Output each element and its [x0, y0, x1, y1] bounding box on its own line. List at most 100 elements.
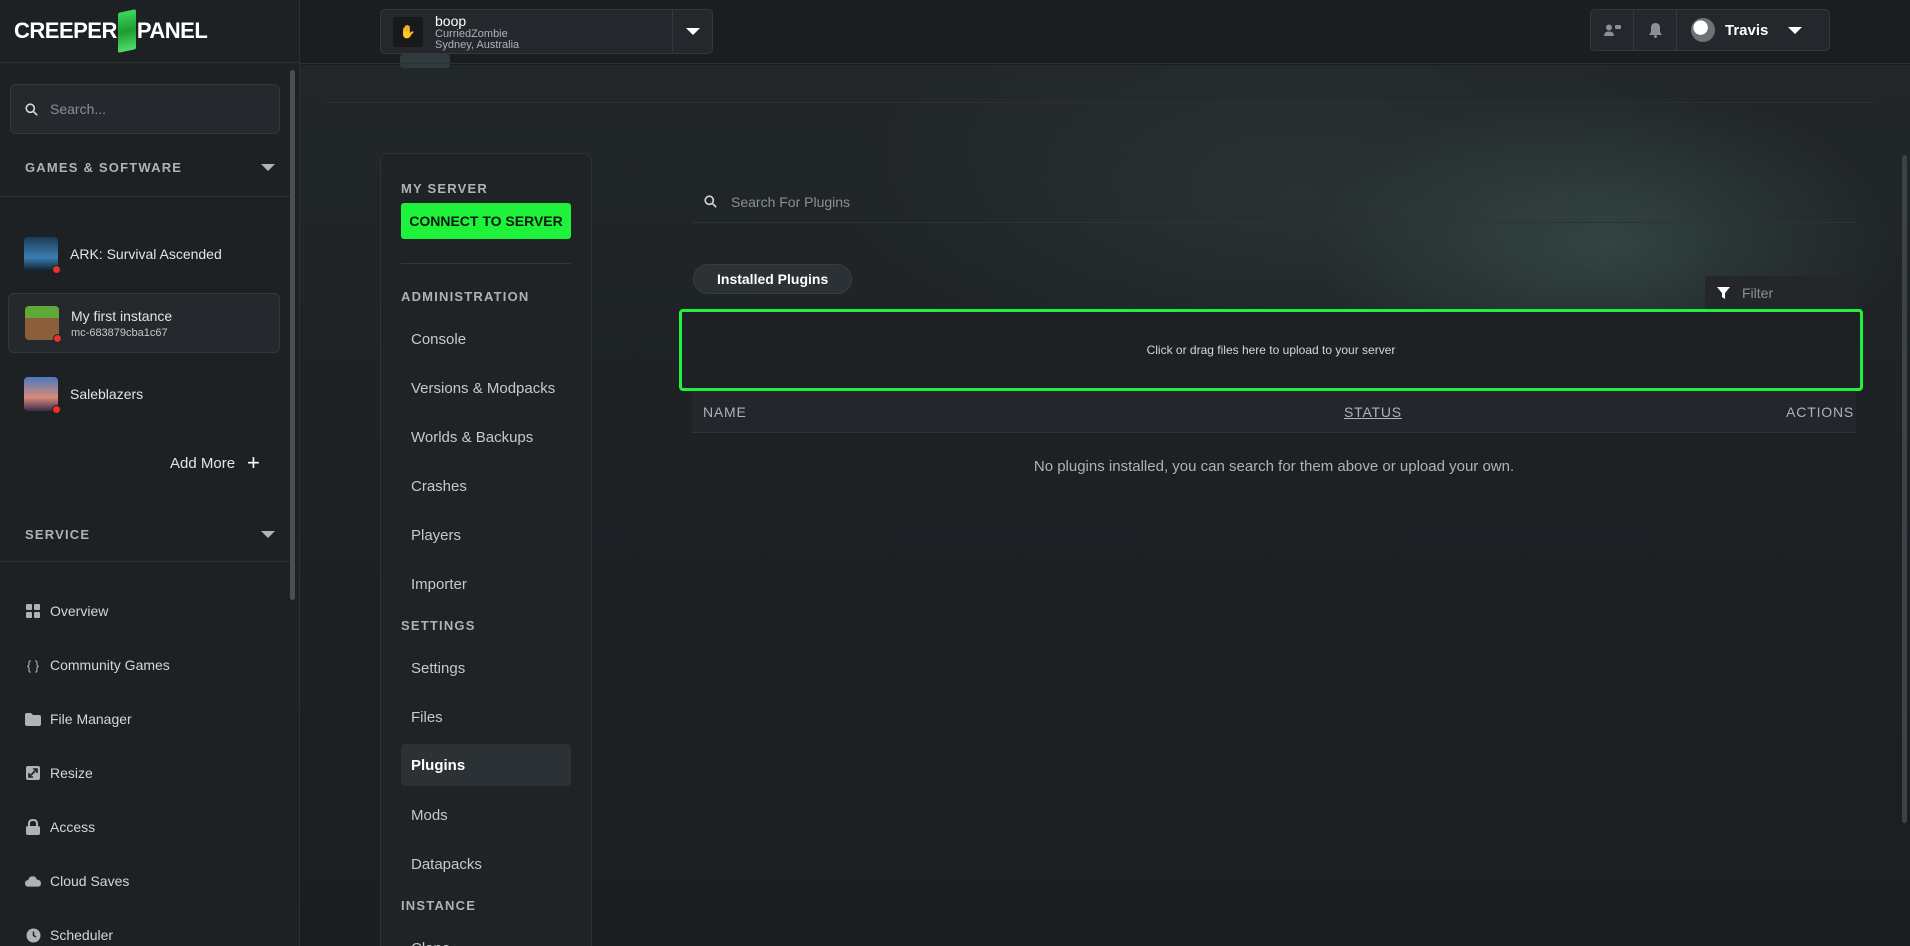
server-owner: CurriedZombie [435, 27, 508, 40]
saleblazers-game-icon [24, 377, 61, 414]
game-name: ARK: Survival Ascended [70, 246, 222, 262]
filter-input[interactable] [1742, 285, 1842, 301]
service-item-scheduler[interactable]: Scheduler [25, 927, 113, 943]
server-selector[interactable]: ✋ boop CurriedZombie Sydney, Australia [380, 9, 713, 54]
menu-item-mods[interactable]: Mods [401, 794, 571, 836]
divider [401, 263, 571, 264]
chevron-down-icon [1788, 26, 1803, 34]
user-box: Travis [1590, 9, 1830, 51]
tab-installed-plugins[interactable]: Installed Plugins [693, 264, 853, 294]
divider [0, 561, 290, 562]
plugin-search [692, 181, 1856, 223]
resize-icon [25, 765, 41, 781]
games-section-header[interactable]: GAMES & SOFTWARE [25, 160, 275, 175]
chevron-down-icon[interactable] [261, 164, 275, 171]
game-item-my-first-instance[interactable]: My first instance mc-683879cba1c67 [8, 293, 280, 353]
settings-heading: SETTINGS [401, 618, 476, 633]
server-name: boop [435, 12, 467, 29]
game-name: Saleblazers [70, 386, 144, 402]
user-name: Travis [1725, 21, 1769, 39]
menu-item-console[interactable]: Console [401, 318, 571, 360]
plugins-table-header: NAME STATUS ACTIONS [692, 391, 1856, 433]
game-id: mc-683879cba1c67 [71, 326, 168, 339]
bell-icon[interactable] [1634, 9, 1676, 51]
main-scrollbar[interactable] [1902, 155, 1907, 823]
server-menu: MY SERVER CONNECT TO SERVER ADMINISTRATI… [380, 153, 592, 946]
filter-icon [1717, 287, 1730, 299]
plus-icon: + [247, 450, 260, 475]
lock-icon [25, 819, 41, 835]
chevron-down-icon[interactable] [261, 531, 275, 538]
service-item-label: Cloud Saves [50, 873, 130, 889]
grid-icon [25, 603, 41, 619]
menu-item-versions-modpacks[interactable]: Versions & Modpacks [401, 367, 571, 409]
upload-dropzone[interactable]: Click or drag files here to upload to yo… [679, 309, 1863, 391]
folder-icon [25, 711, 41, 727]
service-item-label: Scheduler [50, 927, 114, 943]
status-dot [52, 265, 61, 274]
service-item-label: File Manager [50, 711, 132, 727]
connect-to-server-button[interactable]: CONNECT TO SERVER [401, 203, 571, 239]
game-item-saleblazers[interactable]: Saleblazers [8, 364, 280, 424]
service-item-overview[interactable]: Overview [25, 603, 108, 619]
server-location: Sydney, Australia [435, 38, 520, 51]
game-name: My first instance [71, 307, 173, 324]
service-item-community-games[interactable]: { } Community Games [25, 657, 170, 673]
service-item-label: Access [50, 819, 96, 835]
sidebar-scrollbar[interactable] [290, 70, 295, 600]
service-item-label: Overview [50, 603, 109, 619]
divider [325, 102, 1875, 103]
menu-item-settings[interactable]: Settings [401, 647, 571, 689]
server-avatar-icon: ✋ [393, 16, 423, 47]
divider [1676, 9, 1677, 51]
creeper-panel-logo[interactable]: CREEPER PANEL [14, 9, 208, 53]
logo-text-right: PANEL [136, 18, 208, 43]
sidebar: CREEPER PANEL GAMES & SOFTWARE ARK: Surv… [0, 0, 300, 946]
service-item-label: Community Games [50, 657, 170, 673]
top-bar: ✋ boop CurriedZombie Sydney, Australia T… [300, 0, 1910, 64]
cloud-icon [25, 873, 41, 889]
menu-item-worlds-backups[interactable]: Worlds & Backups [401, 416, 571, 458]
service-item-resize[interactable]: Resize [25, 765, 93, 781]
search-icon [25, 102, 38, 116]
sidebar-search [10, 84, 280, 134]
administration-heading: ADMINISTRATION [401, 289, 530, 304]
menu-item-plugins[interactable]: Plugins [401, 744, 571, 786]
games-section-label: GAMES & SOFTWARE [25, 160, 183, 175]
service-section-label: SERVICE [25, 527, 91, 542]
service-item-file-manager[interactable]: File Manager [25, 711, 132, 727]
sidebar-search-input[interactable] [50, 101, 250, 117]
menu-item-importer[interactable]: Importer [401, 563, 571, 605]
user-menu[interactable]: Travis [1691, 18, 1803, 42]
logo-text-left: CREEPER [14, 18, 117, 43]
column-header-name[interactable]: NAME [703, 404, 747, 420]
add-more-label: Add More [170, 454, 236, 472]
status-dot [53, 334, 62, 343]
plugin-search-input[interactable] [731, 193, 1331, 210]
friends-icon[interactable] [1591, 9, 1633, 51]
filter-box [1705, 276, 1855, 310]
menu-item-clone[interactable]: Clone [401, 927, 571, 946]
service-item-label: Resize [50, 765, 93, 781]
logo-cube-icon [117, 9, 136, 53]
service-section-header[interactable]: SERVICE [25, 527, 275, 542]
server-info: boop CurriedZombie Sydney, Australia [435, 13, 665, 51]
status-dot [52, 405, 61, 414]
add-more-button[interactable]: Add More + [170, 452, 260, 474]
server-selector-toggle[interactable] [672, 10, 712, 53]
logo-bar: CREEPER PANEL [0, 0, 299, 63]
service-item-cloud-saves[interactable]: Cloud Saves [25, 873, 129, 889]
menu-item-datapacks[interactable]: Datapacks [401, 843, 571, 885]
my-server-heading: MY SERVER [401, 181, 488, 196]
column-header-status[interactable]: STATUS [1344, 404, 1402, 420]
search-icon [704, 195, 717, 208]
avatar [1691, 18, 1715, 42]
braces-icon: { } [26, 657, 40, 673]
menu-item-files[interactable]: Files [401, 696, 571, 738]
menu-item-crashes[interactable]: Crashes [401, 465, 571, 507]
empty-state-message: No plugins installed, you can search for… [1033, 458, 1515, 475]
game-item-ark[interactable]: ARK: Survival Ascended [8, 224, 280, 284]
service-item-access[interactable]: Access [25, 819, 95, 835]
menu-item-players[interactable]: Players [401, 514, 571, 556]
instance-heading: INSTANCE [401, 898, 477, 913]
